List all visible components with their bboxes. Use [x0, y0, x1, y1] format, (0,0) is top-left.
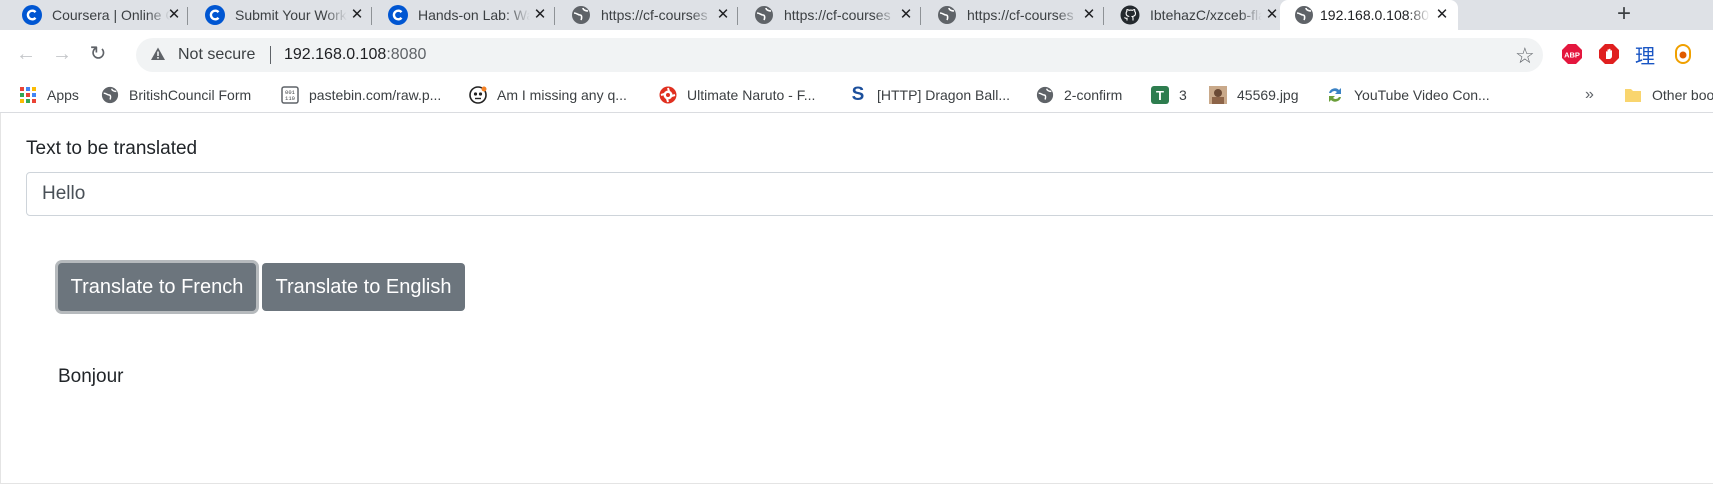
tab-title: Coursera | Online Courses — [52, 7, 170, 23]
close-icon[interactable]: ✕ — [532, 7, 548, 23]
close-icon[interactable]: ✕ — [898, 7, 914, 23]
tab-coursera[interactable]: Coursera | Online Courses ✕ — [0, 0, 188, 30]
tab-title: https://cf-courses — [967, 7, 1074, 23]
close-icon[interactable]: ✕ — [1434, 7, 1450, 23]
bookmark-label: Ultimate Naruto - F... — [687, 87, 816, 103]
close-icon[interactable]: ✕ — [1081, 7, 1097, 23]
tab-title: IbtehazC/xzceb-flask — [1150, 7, 1262, 23]
omnibox-divider — [270, 46, 271, 64]
bookmark-label: YouTube Video Con... — [1354, 87, 1490, 103]
globe-icon — [755, 6, 773, 24]
translate-to-french-button[interactable]: Translate to French — [58, 263, 256, 311]
new-tab-button[interactable]: + — [1612, 2, 1636, 27]
tab-strip: Coursera | Online Courses ✕ Submit Your … — [0, 0, 1713, 30]
tab-cf-courses-2[interactable]: https://cf-courses ✕ — [732, 0, 920, 30]
svg-text:ABP: ABP — [1564, 51, 1580, 60]
url-text[interactable]: 192.168.0.108:8080 — [284, 46, 426, 64]
coursera-icon — [388, 5, 408, 25]
bookmark-youtube-converter[interactable]: YouTube Video Con... — [1326, 78, 1490, 112]
tab-localhost-active[interactable]: 192.168.0.108:8080 ✕ — [1280, 0, 1458, 30]
folder-icon — [1625, 89, 1641, 102]
tab-title: https://cf-courses — [601, 7, 708, 23]
bookmark-stackexchange[interactable]: Am I missing any q... — [469, 78, 627, 112]
bookmark-apps[interactable]: Apps — [19, 78, 79, 112]
bookmark-label: 45569.jpg — [1237, 87, 1299, 103]
page-content: Text to be translated Translate to Frenc… — [0, 113, 1713, 486]
url-port: :8080 — [386, 46, 427, 63]
bookmark-star-icon[interactable]: ☆ — [1515, 43, 1535, 69]
translation-result: Bonjour — [58, 366, 124, 387]
bookmark-label: BritishCouncil Form — [129, 87, 252, 103]
address-bar[interactable]: Not secure 192.168.0.108:8080 ☆ — [136, 38, 1543, 72]
bookmark-britishcouncil[interactable]: BritishCouncil Form — [101, 78, 251, 112]
forward-arrow-icon[interactable]: → — [50, 42, 74, 66]
bookmark-45569-jpg[interactable]: 45569.jpg — [1209, 78, 1299, 112]
stackexchange-icon — [469, 86, 487, 104]
svg-text:110: 110 — [285, 95, 295, 102]
tab-title: Hands-on Lab: Watson — [418, 7, 530, 23]
bookmark-dragonball[interactable]: S [HTTP] Dragon Ball... — [849, 78, 1010, 112]
bookmark-naruto[interactable]: Ultimate Naruto - F... — [659, 78, 815, 112]
bookmark-2-confirm[interactable]: 2-confirm — [1036, 78, 1122, 112]
translate-to-english-button[interactable]: Translate to English — [262, 263, 465, 311]
extension-icon[interactable] — [1672, 43, 1694, 65]
bookmark-label: Other bookmarks — [1652, 87, 1713, 103]
page-frame — [0, 113, 1713, 484]
tab-submit-work[interactable]: Submit Your Work ✕ — [183, 0, 371, 30]
input-label: Text to be translated — [26, 138, 198, 159]
tab-cf-courses-1[interactable]: https://cf-courses ✕ — [549, 0, 737, 30]
bookmark-other-bookmarks[interactable]: Other bookmarks — [1624, 78, 1713, 112]
not-secure-label[interactable]: Not secure — [178, 46, 255, 64]
pastebin-icon: 001110 — [281, 86, 299, 104]
globe-icon — [1036, 86, 1054, 104]
dictionary-extension-icon[interactable]: 理 — [1635, 40, 1659, 68]
tab-title: https://cf-courses — [784, 7, 891, 23]
bookmark-label: 2-confirm — [1064, 87, 1123, 103]
tab-hands-on-lab[interactable]: Hands-on Lab: Watson ✕ — [366, 0, 554, 30]
bookmark-pastebin[interactable]: 001 110 pastebin.com/raw.p... — [281, 78, 441, 112]
globe-icon — [572, 6, 590, 24]
adblock-plus-icon[interactable]: ABP — [1561, 43, 1583, 65]
close-icon[interactable]: ✕ — [349, 7, 365, 23]
bookmark-label: pastebin.com/raw.p... — [309, 87, 442, 103]
bookmark-3[interactable]: T 3 — [1151, 78, 1187, 112]
coursera-icon — [205, 5, 225, 25]
reload-icon[interactable]: ↻ — [86, 42, 110, 66]
bookmarks-bar: Apps BritishCouncil Form 001 110 pastebin… — [0, 78, 1713, 113]
tab-github[interactable]: IbtehazC/xzceb-flask ✕ — [1098, 0, 1286, 30]
svg-text:T: T — [1156, 88, 1164, 103]
close-icon[interactable]: ✕ — [166, 7, 182, 23]
warning-icon[interactable] — [150, 46, 166, 62]
coursera-icon — [22, 5, 42, 25]
bookmark-label: Apps — [47, 87, 79, 103]
bookmark-label: [HTTP] Dragon Ball... — [877, 87, 1011, 103]
tab-title: 192.168.0.108:8080 — [1320, 7, 1430, 23]
close-icon[interactable]: ✕ — [715, 7, 731, 23]
image-icon — [1209, 86, 1227, 104]
bookmark-label: 3 — [1179, 87, 1187, 103]
naruto-icon — [659, 86, 677, 104]
close-icon[interactable]: ✕ — [1264, 7, 1280, 23]
ublock-icon[interactable] — [1598, 43, 1620, 65]
tab-title: Submit Your Work — [235, 7, 347, 23]
tab-cf-courses-3[interactable]: https://cf-courses ✕ — [915, 0, 1103, 30]
globe-icon — [1295, 6, 1313, 24]
apps-grid-icon — [20, 87, 36, 103]
globe-icon — [938, 6, 956, 24]
bookmark-label: Am I missing any q... — [497, 87, 627, 103]
s-icon: S — [851, 84, 865, 105]
github-icon — [1120, 5, 1140, 25]
text-to-translate-input[interactable] — [26, 172, 1713, 216]
back-arrow-icon[interactable]: ← — [14, 42, 38, 66]
url-host: 192.168.0.108 — [284, 46, 387, 63]
converter-icon — [1329, 88, 1341, 102]
browser-toolbar: ← → ↻ Not secure 192.168.0.108:8080 ☆ AB… — [0, 30, 1713, 78]
bookmarks-overflow-chevron-icon[interactable]: » — [1585, 78, 1594, 112]
globe-icon — [101, 86, 119, 104]
t-icon: T — [1151, 86, 1169, 104]
